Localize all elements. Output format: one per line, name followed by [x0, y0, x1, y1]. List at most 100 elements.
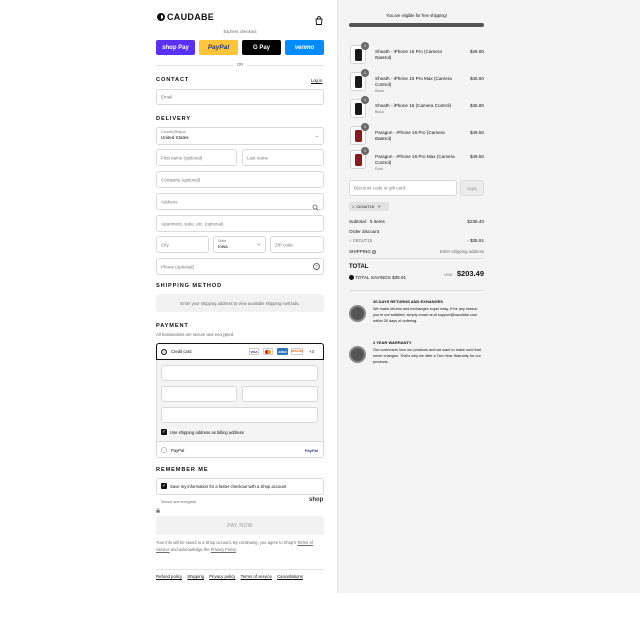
- line-item-name: Sheath - iPhone 16 (Camera Control): [375, 103, 452, 108]
- footer-divider: [156, 569, 324, 570]
- tag-icon: ⌂: [349, 238, 352, 243]
- apply-button[interactable]: Apply: [460, 180, 484, 196]
- returns-icon: [349, 305, 366, 322]
- shop-pay-button[interactable]: shop Pay: [156, 40, 195, 55]
- shipping-value: Enter shipping address: [440, 249, 484, 254]
- card-cvv-field[interactable]: [242, 386, 318, 402]
- radio-selected[interactable]: [161, 349, 167, 355]
- phone-case-icon: [355, 49, 362, 61]
- info-divider: [349, 290, 484, 291]
- line-item-image: 1: [350, 69, 369, 91]
- or-label: OR: [233, 62, 247, 67]
- address-field[interactable]: Address: [156, 193, 324, 211]
- line-item-price: $46.80: [469, 76, 484, 81]
- shipping-label: SHIPPING ?: [349, 249, 377, 254]
- refund-policy-link[interactable]: Refund policy: [156, 574, 182, 579]
- line-item-image: 1: [350, 147, 369, 169]
- venmo-button[interactable]: venmo: [285, 40, 324, 55]
- apartment-field[interactable]: Apartment, suite, etc. (optional): [156, 215, 324, 232]
- total-value-group: USD $203.49: [444, 269, 484, 278]
- help-circle-icon[interactable]: ?: [313, 263, 320, 270]
- phone-case-icon: [355, 76, 362, 88]
- secure-encrypted-text: Secure and encrypted: [161, 500, 197, 504]
- card-name-field[interactable]: [161, 407, 318, 423]
- search-icon: [312, 198, 319, 216]
- paypal-button[interactable]: PayPal: [199, 40, 238, 55]
- state-select[interactable]: State Iowa ⌄: [213, 236, 266, 253]
- paypal-option[interactable]: PayPal PayPal: [156, 441, 324, 458]
- contact-heading: CONTACT: [156, 77, 190, 83]
- subtotal-value: $239.40: [467, 219, 484, 224]
- card-number-field[interactable]: [161, 365, 318, 381]
- free-shipping-progress-track: [349, 23, 484, 27]
- quantity-badge: 1: [361, 42, 369, 50]
- email-field[interactable]: Email: [156, 89, 324, 105]
- more-cards-badge: +3: [309, 349, 314, 354]
- phone-case-icon: [355, 103, 362, 115]
- phone-field[interactable]: Phone (optional) ?: [156, 258, 324, 275]
- summary-divider: [349, 258, 484, 259]
- quantity-badge: 1: [361, 69, 369, 77]
- returns-title: 30 DAYS RETURNS AND EXHANGES: [373, 299, 443, 304]
- chevron-down-icon: ⌄: [256, 241, 261, 247]
- line-item-image: 1: [350, 123, 369, 145]
- remove-code-icon[interactable]: ×: [378, 204, 381, 209]
- remember-me-heading: REMEMBER ME: [156, 467, 209, 473]
- discount-code-line: ⌂ CKOUT15: [349, 238, 373, 243]
- quantity-badge: 1: [361, 96, 369, 104]
- terms-of-service-link[interactable]: Terms of service: [241, 574, 272, 579]
- brand-mark-icon: [157, 13, 165, 21]
- delivery-heading: DELIVERY: [156, 116, 191, 122]
- discount-code-field[interactable]: Discount code or gift card: [349, 180, 457, 196]
- cart-bag-icon[interactable]: [315, 12, 323, 25]
- google-pay-button[interactable]: G Pay: [242, 40, 281, 55]
- radio-unselected[interactable]: [161, 447, 167, 453]
- payment-secure-text: All transactions are secure and encrypte…: [156, 332, 235, 337]
- savings-tag-icon: [349, 275, 354, 281]
- phone-case-icon: [355, 130, 362, 142]
- phone-case-icon: [355, 154, 362, 166]
- payment-heading: PAYMENT: [156, 323, 189, 329]
- brand-name: CAUDABE: [167, 12, 215, 22]
- discover-icon: DISCOVER: [291, 348, 303, 355]
- line-item-name: Sheath - iPhone 16 Pro (Camera Control): [375, 49, 442, 60]
- line-item-image: 1: [350, 96, 369, 118]
- footer-links: Refund policy Shipping Privacy policy Te…: [156, 574, 307, 579]
- line-item-price: $49.50: [469, 154, 484, 159]
- express-checkout-label: Express checkout: [223, 29, 257, 34]
- chevron-down-icon: ⌄: [314, 133, 319, 139]
- info-icon[interactable]: ?: [372, 250, 377, 254]
- line-item-variant: Rubi: [375, 167, 383, 171]
- shop-logo: shop: [309, 497, 324, 503]
- company-field[interactable]: Company (optional): [156, 171, 324, 188]
- city-field[interactable]: City: [156, 236, 209, 253]
- line-item-variant: Black: [375, 56, 385, 60]
- warranty-title: 2 YEAR WARRANTY: [373, 340, 412, 345]
- line-item-price: $49.50: [469, 130, 484, 135]
- pay-now-button[interactable]: PAY NOW: [156, 516, 324, 535]
- line-item-name: Paragon - iPhone 16 Pro Max (Camera Cont…: [375, 154, 455, 165]
- save-info-checkbox[interactable]: ✓: [161, 483, 167, 489]
- discount-value: - $35.91: [467, 238, 484, 243]
- billing-same-checkbox[interactable]: ✓: [161, 429, 167, 435]
- total-savings: TOTAL SAVINGS $35.91: [349, 275, 406, 281]
- line-item-variant: Black: [375, 110, 385, 114]
- shipping-link[interactable]: Shipping: [187, 574, 204, 579]
- privacy-policy-link[interactable]: Privacy policy: [209, 574, 235, 579]
- line-item-price: $46.80: [469, 49, 484, 54]
- country-select[interactable]: Country/Region United States ⌄: [156, 127, 324, 145]
- returns-text: We make returns and exchanges super easy…: [373, 307, 478, 323]
- paypal-logo: PayPal: [304, 447, 318, 453]
- zip-field[interactable]: ZIP code: [270, 236, 324, 253]
- shop-privacy-link[interactable]: Privacy Policy: [211, 547, 236, 552]
- cancellations-link[interactable]: Cancellations: [277, 574, 303, 579]
- first-name-field[interactable]: First name (optional): [156, 149, 237, 166]
- discount-tag: ⌂ CKOUT15 ×: [349, 202, 389, 211]
- last-name-field[interactable]: Last name: [242, 149, 324, 166]
- card-expiry-field[interactable]: [161, 386, 237, 402]
- mastercard-icon: [263, 348, 273, 355]
- order-discount-label: Order discount: [349, 229, 380, 234]
- legal-text: Your info will be saved to a Shop accoun…: [156, 540, 313, 552]
- brand-logo[interactable]: CAUDABE: [157, 12, 214, 22]
- login-link[interactable]: Log in: [311, 78, 322, 83]
